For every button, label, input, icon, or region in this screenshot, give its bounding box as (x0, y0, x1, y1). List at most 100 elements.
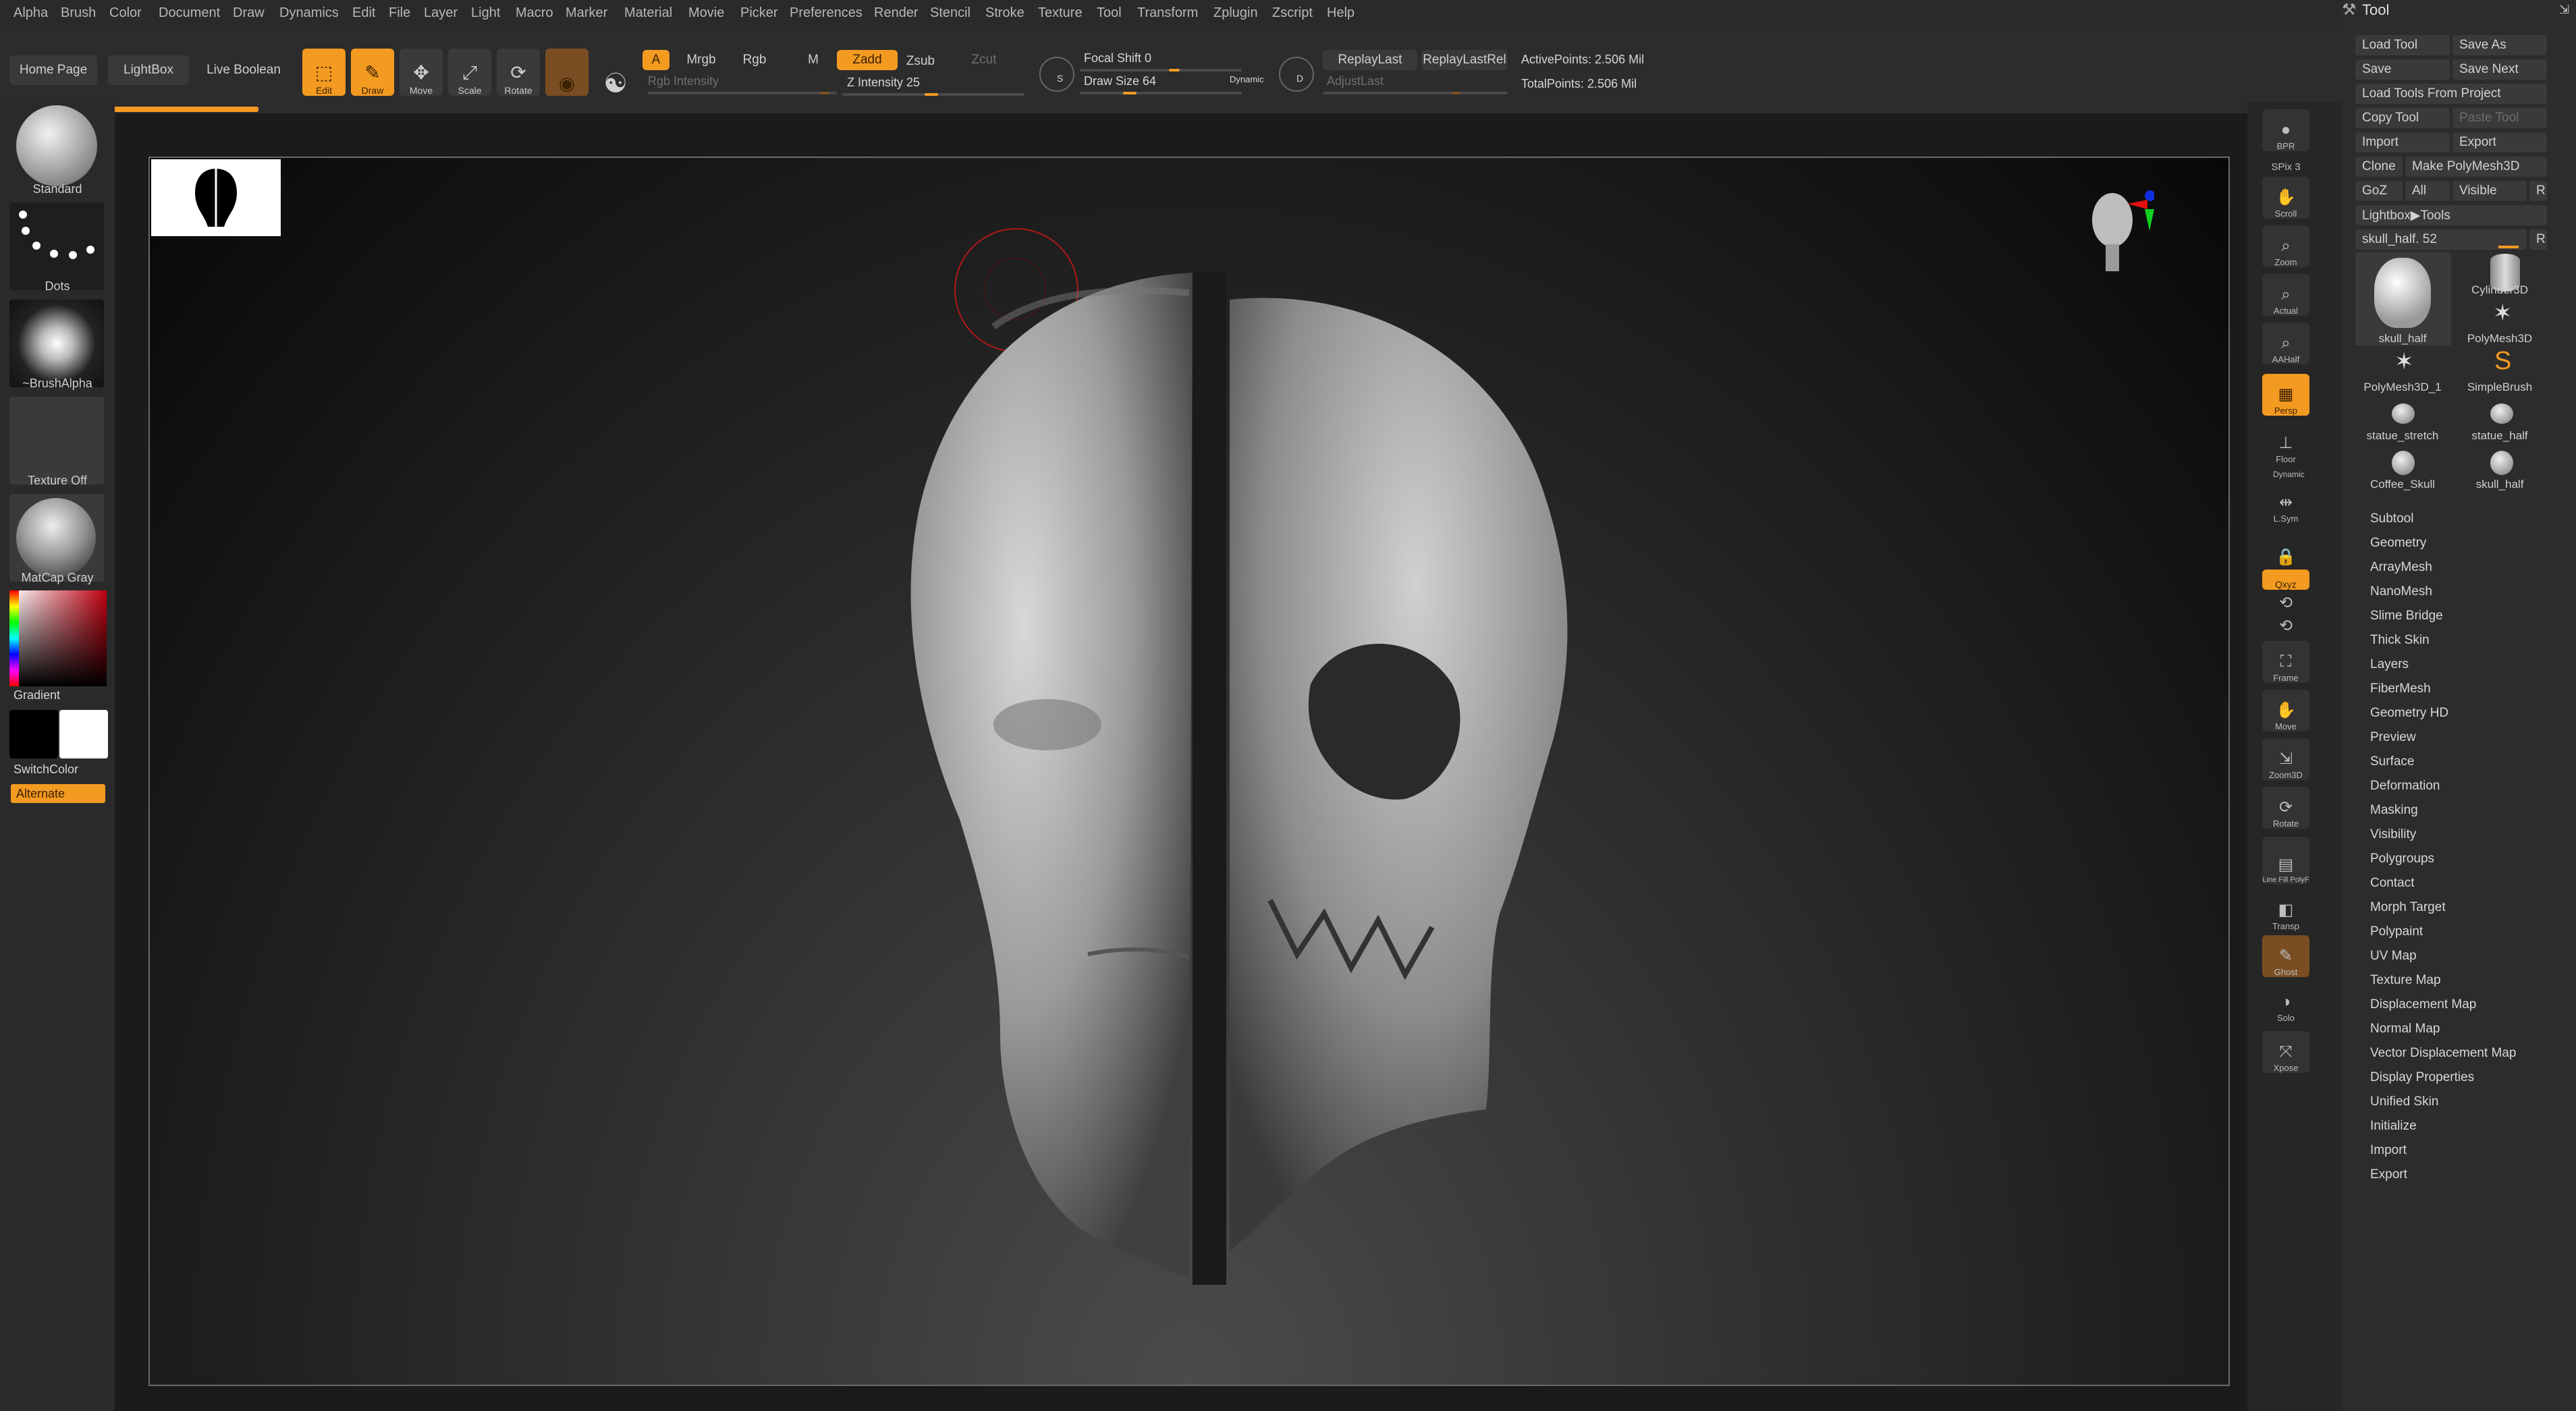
goz-r-button[interactable]: R (2529, 181, 2547, 201)
scroll-button[interactable]: ✋ Scroll (2262, 177, 2309, 219)
sculpt-model[interactable] (150, 158, 2228, 1385)
subpalette-slime-bridge[interactable]: Slime Bridge (2370, 609, 2443, 624)
menu-brush[interactable]: Brush (61, 5, 96, 21)
rgb-button[interactable]: Rgb (736, 50, 773, 70)
d-button[interactable]: D (1279, 57, 1314, 92)
subpalette-displacement-map[interactable]: Displacement Map (2370, 997, 2476, 1012)
menu-marker[interactable]: Marker (566, 5, 607, 21)
goz-visible-button[interactable]: Visible (2452, 181, 2527, 201)
replay-last-rel-button[interactable]: ReplayLastRel (1421, 50, 1508, 70)
subpalette-import[interactable]: Import (2370, 1143, 2407, 1158)
subpalette-geometry[interactable]: Geometry (2370, 536, 2426, 551)
home-page-button[interactable]: Home Page (9, 55, 97, 85)
save-next-button[interactable]: Save Next (2452, 59, 2547, 80)
subpalette-polygroups[interactable]: Polygroups (2370, 852, 2434, 866)
tool-r-button[interactable]: R (2529, 229, 2547, 250)
clone-button[interactable]: Clone (2355, 157, 2403, 177)
zcut-button[interactable]: Zcut (965, 50, 1003, 70)
draw-mode-button[interactable]: ✎ Draw (351, 49, 394, 96)
menu-texture[interactable]: Texture (1038, 5, 1083, 21)
subpalette-arraymesh[interactable]: ArrayMesh (2370, 560, 2432, 575)
menu-layer[interactable]: Layer (424, 5, 458, 21)
simplebrush-s-icon[interactable]: S (2494, 347, 2511, 376)
subpalette-export[interactable]: Export (2370, 1167, 2407, 1182)
tool-palette-title[interactable]: Tool (2362, 1, 2389, 19)
s-spherical-button[interactable]: S (1039, 57, 1074, 92)
subpalette-layers[interactable]: Layers (2370, 657, 2409, 672)
subpalette-polypaint[interactable]: Polypaint (2370, 924, 2423, 939)
draw-size-slider[interactable] (1080, 92, 1242, 94)
zoom-button[interactable]: ⌕ Zoom (2262, 225, 2309, 267)
lightbox-button[interactable]: LightBox (108, 55, 189, 85)
statue-half-thumb-icon[interactable] (2490, 404, 2513, 424)
subpalette-unified-skin[interactable]: Unified Skin (2370, 1095, 2438, 1109)
statue-stretch-thumb-icon[interactable] (2392, 404, 2415, 424)
primary-color-swatch[interactable] (9, 710, 58, 758)
lightbox-tools-button[interactable]: Lightbox▶Tools (2355, 205, 2547, 225)
subpalette-fibermesh[interactable]: FiberMesh (2370, 682, 2431, 696)
rotate-z-button[interactable]: ⟲ (2262, 617, 2309, 637)
subpalette-vector-displacement-map[interactable]: Vector Displacement Map (2370, 1046, 2517, 1061)
secondary-color-swatch[interactable] (59, 710, 108, 758)
skull-half-2-thumb-icon[interactable] (2490, 451, 2513, 475)
menu-draw[interactable]: Draw (233, 5, 265, 21)
subpalette-deformation[interactable]: Deformation (2370, 779, 2440, 794)
rotate-view-button[interactable]: ⟳ Rotate (2262, 787, 2309, 829)
make-polymesh3d-button[interactable]: Make PolyMesh3D (2405, 157, 2547, 177)
rgb-intensity-slider[interactable] (648, 92, 837, 94)
dynamic-label[interactable]: Dynamic (1230, 74, 1264, 84)
load-tools-from-project-button[interactable]: Load Tools From Project (2355, 84, 2547, 104)
save-button[interactable]: Save (2355, 59, 2450, 80)
menu-material[interactable]: Material (624, 5, 672, 21)
load-tool-button[interactable]: Load Tool (2355, 35, 2450, 55)
material-thumbnail[interactable] (9, 494, 104, 582)
orientation-gizmo[interactable] (2080, 185, 2156, 286)
alpha-thumbnail[interactable] (9, 300, 104, 387)
menu-zscript[interactable]: Zscript (1272, 5, 1313, 21)
color-picker-button[interactable]: ☯ (594, 49, 637, 97)
menu-preferences[interactable]: Preferences (790, 5, 862, 21)
persp-button[interactable]: ▦ Persp (2262, 374, 2309, 416)
subpalette-thick-skin[interactable]: Thick Skin (2370, 633, 2430, 648)
menu-transform[interactable]: Transform (1137, 5, 1198, 21)
solo-button[interactable]: ◑ Solo (2262, 981, 2309, 1023)
alternate-button[interactable]: Alternate (11, 784, 105, 803)
scale-mode-button[interactable]: ⤢ Scale (448, 49, 491, 96)
export-tool-button[interactable]: Export (2452, 132, 2547, 153)
subpalette-texture-map[interactable]: Texture Map (2370, 973, 2441, 988)
tool-palette-pin-icon[interactable]: ⚒ (2342, 0, 2357, 20)
menu-file[interactable]: File (389, 5, 410, 21)
subpalette-visibility[interactable]: Visibility (2370, 827, 2416, 842)
palette-close-icon[interactable]: ⇲ (2559, 3, 2569, 17)
menu-help[interactable]: Help (1327, 5, 1354, 21)
subpalette-surface[interactable]: Surface (2370, 754, 2414, 769)
menu-movie[interactable]: Movie (688, 5, 724, 21)
color-picker[interactable] (11, 590, 107, 686)
menu-color[interactable]: Color (109, 5, 142, 21)
menu-dynamics[interactable]: Dynamics (279, 5, 339, 21)
hue-strip[interactable] (9, 590, 19, 686)
aahalf-button[interactable]: ⌕ AAHalf (2262, 323, 2309, 364)
zoom3d-button[interactable]: ⇲ Zoom3D (2262, 738, 2309, 780)
stroke-thumbnail[interactable] (9, 202, 104, 290)
menu-light[interactable]: Light (471, 5, 500, 21)
menu-stroke[interactable]: Stroke (985, 5, 1024, 21)
lsym-button[interactable]: ⇹ L.Sym (2262, 482, 2309, 524)
polyf-button[interactable]: ▤ Line Fill PolyF (2262, 837, 2309, 884)
subpalette-preview[interactable]: Preview (2370, 730, 2416, 745)
mrgb-button[interactable]: Mrgb (674, 50, 729, 70)
zadd-button[interactable]: Zadd (837, 50, 898, 70)
adjust-last-slider[interactable] (1323, 92, 1508, 94)
menu-stencil[interactable]: Stencil (930, 5, 970, 21)
spix-button[interactable]: SPix 3 (2262, 154, 2309, 173)
ghost-button[interactable]: ✎ Ghost (2262, 935, 2309, 977)
paste-tool-button[interactable]: Paste Tool (2452, 108, 2547, 128)
subpalette-display-properties[interactable]: Display Properties (2370, 1070, 2474, 1085)
qxyz-button[interactable]: Qxyz (2262, 570, 2309, 590)
subpalette-uv-map[interactable]: UV Map (2370, 949, 2417, 964)
subpalette-normal-map[interactable]: Normal Map (2370, 1022, 2440, 1036)
goz-button[interactable]: GoZ (2355, 181, 2403, 201)
live-boolean-button[interactable]: Live Boolean (200, 55, 287, 85)
menu-macro[interactable]: Macro (516, 5, 553, 21)
lock-button[interactable]: 🔒 (2262, 526, 2309, 568)
